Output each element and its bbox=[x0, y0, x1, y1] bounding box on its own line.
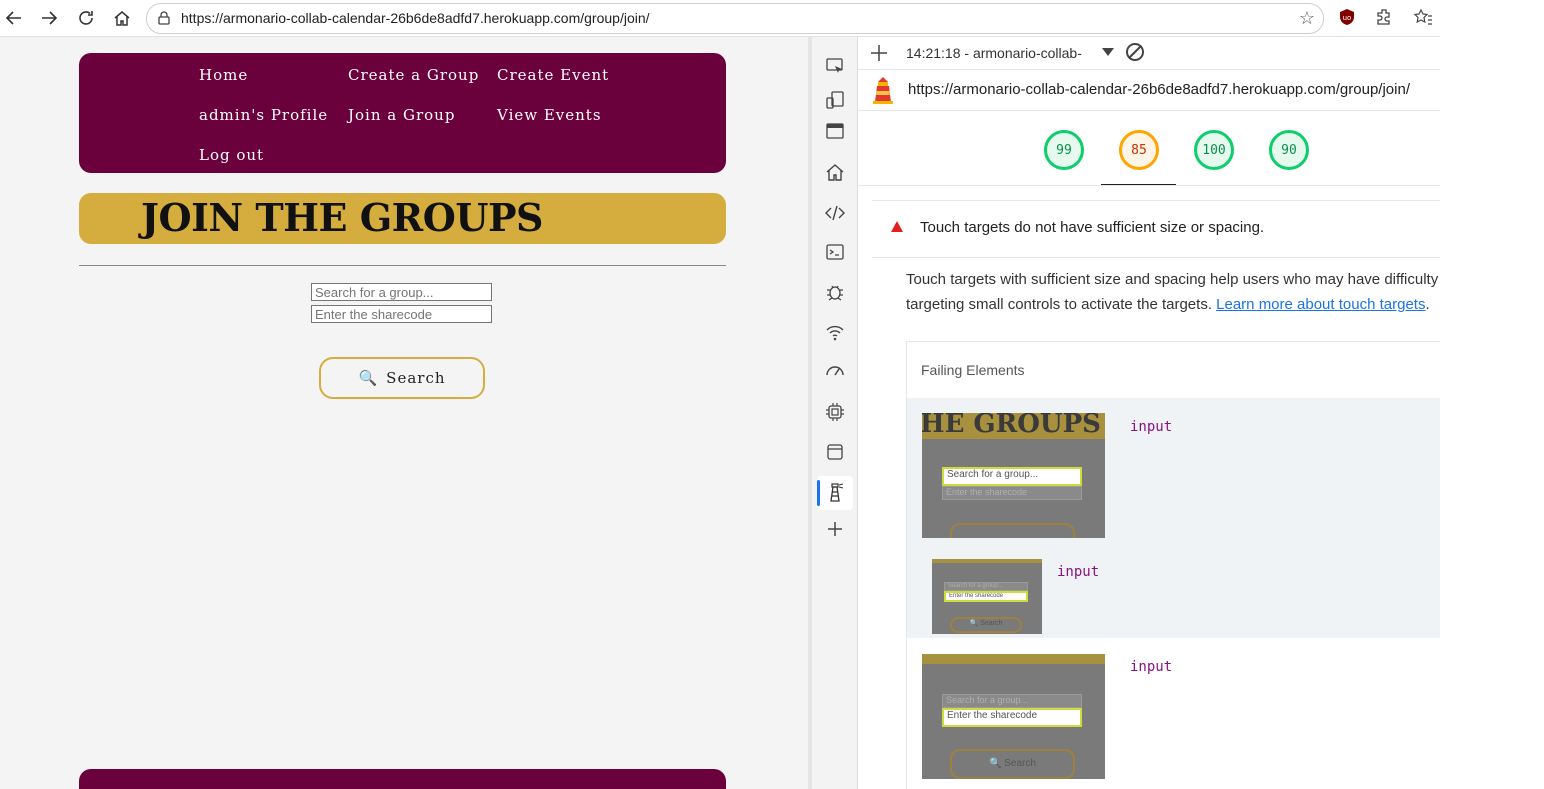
group-search-input[interactable] bbox=[311, 283, 492, 301]
report-url-row: https://armonario-collab-calendar-26b6de… bbox=[858, 70, 1440, 111]
extensions-icon[interactable] bbox=[1373, 6, 1395, 28]
application-icon[interactable] bbox=[823, 440, 847, 464]
score-gauge-performance[interactable]: 99 bbox=[1044, 130, 1084, 170]
failing-node-input[interactable]: input bbox=[1057, 564, 1099, 580]
lighthouse-icon[interactable] bbox=[823, 480, 847, 504]
elements-icon[interactable] bbox=[823, 201, 847, 225]
back-icon[interactable] bbox=[2, 6, 26, 30]
failing-elements-header: Failing Elements bbox=[921, 362, 1025, 378]
active-tool-indicator bbox=[817, 480, 820, 506]
console-icon[interactable] bbox=[823, 240, 847, 264]
audit-title[interactable]: Touch targets do not have sufficient siz… bbox=[920, 219, 1264, 236]
score-gauge-seo[interactable]: 90 bbox=[1269, 130, 1309, 170]
element-screenshot[interactable]: HE GROUPS Search for a group... Enter th… bbox=[922, 413, 1105, 538]
search-button-label: Search bbox=[386, 369, 446, 387]
audit-header[interactable]: Touch targets do not have sufficient siz… bbox=[872, 200, 1440, 258]
score-value: 100 bbox=[1202, 142, 1226, 158]
score-gauge-accessibility[interactable]: 85 bbox=[1119, 130, 1159, 170]
performance-icon[interactable] bbox=[823, 359, 847, 383]
divider bbox=[858, 185, 1440, 186]
score-gauge-best-practices[interactable]: 100 bbox=[1194, 130, 1234, 170]
nav-home-link[interactable]: Home bbox=[199, 66, 248, 84]
thumb-field: Enter the sharecode bbox=[942, 708, 1082, 727]
search-button[interactable]: 🔍 Search bbox=[319, 357, 485, 399]
report-dropdown-icon[interactable] bbox=[1102, 48, 1114, 56]
thumb-field: Search for a group... bbox=[942, 694, 1082, 708]
learn-more-link[interactable]: Learn more about touch targets bbox=[1216, 296, 1425, 313]
failing-node-input[interactable]: input bbox=[1130, 419, 1172, 435]
site-navbar: Home Create a Group Create Event admin's… bbox=[79, 53, 726, 173]
score-value: 90 bbox=[1281, 142, 1297, 158]
table-row: Search for a group... Enter the sharecod… bbox=[907, 638, 1440, 788]
thumb-button: 🔍 Search bbox=[950, 749, 1075, 779]
sources-debug-icon[interactable] bbox=[823, 280, 847, 304]
device-emulation-icon[interactable] bbox=[823, 88, 847, 112]
devtools-home-icon[interactable] bbox=[823, 160, 847, 184]
web-page: Home Create a Group Create Event admin's… bbox=[0, 37, 808, 789]
fail-triangle-icon bbox=[891, 221, 903, 232]
report-url[interactable]: https://armonario-collab-calendar-26b6de… bbox=[908, 81, 1410, 98]
lock-icon[interactable] bbox=[157, 11, 171, 25]
description-end: . bbox=[1425, 296, 1430, 313]
nav-join-group-link[interactable]: Join a Group bbox=[348, 106, 455, 124]
audit-description: Touch targets with sufficient size and s… bbox=[906, 267, 1440, 317]
lighthouse-toolbar: 14:21:18 - armonario-collab- bbox=[858, 37, 1440, 70]
address-bar[interactable]: https://armonario-collab-calendar-26b6de… bbox=[146, 3, 1324, 34]
score-value: 85 bbox=[1131, 142, 1147, 158]
memory-icon[interactable] bbox=[823, 400, 847, 424]
thumb-field: Enter the sharecode bbox=[944, 591, 1028, 602]
ublock-icon[interactable]: uo bbox=[1336, 6, 1358, 28]
element-screenshot[interactable]: Search for a group... Enter the sharecod… bbox=[932, 559, 1042, 634]
thumb-field: Search for a group... bbox=[944, 582, 1028, 591]
nav-create-event-link[interactable]: Create Event bbox=[497, 66, 609, 84]
report-selector[interactable]: 14:21:18 - armonario-collab- bbox=[906, 45, 1082, 61]
thumb-button: 🔍 Search bbox=[950, 617, 1022, 633]
favorites-icon[interactable] bbox=[1412, 6, 1434, 28]
table-row: HE GROUPS Search for a group... Enter th… bbox=[907, 398, 1440, 638]
score-value: 99 bbox=[1056, 142, 1072, 158]
thumb-button bbox=[950, 523, 1075, 538]
welcome-icon[interactable] bbox=[823, 119, 847, 143]
failing-elements-table: Failing Elements HE GROUPS Search for a … bbox=[906, 341, 1440, 789]
network-icon[interactable] bbox=[823, 320, 847, 344]
thumb-field: Search for a group... bbox=[942, 467, 1082, 486]
page-title: JOIN THE GROUPS bbox=[141, 195, 543, 240]
nav-create-group-link[interactable]: Create a Group bbox=[348, 66, 479, 84]
nav-view-events-link[interactable]: View Events bbox=[497, 106, 602, 124]
failing-node-input[interactable]: input bbox=[1130, 659, 1172, 675]
magnifier-icon: 🔍 bbox=[358, 369, 379, 387]
thumb-title: HE GROUPS bbox=[922, 413, 1101, 439]
lighthouse-logo-icon bbox=[873, 77, 893, 104]
lighthouse-panel: 14:21:18 - armonario-collab- https://arm… bbox=[858, 37, 1440, 789]
nav-profile-link[interactable]: admin's Profile bbox=[199, 106, 328, 124]
clear-reports-icon[interactable] bbox=[1126, 43, 1144, 61]
element-screenshot[interactable]: Search for a group... Enter the sharecod… bbox=[922, 654, 1105, 779]
reload-icon[interactable] bbox=[74, 6, 98, 30]
inspect-icon[interactable] bbox=[823, 54, 847, 78]
site-footer bbox=[79, 769, 726, 789]
more-tools-plus-icon[interactable] bbox=[823, 517, 847, 541]
page-title-banner: JOIN THE GROUPS bbox=[79, 193, 726, 244]
new-report-icon[interactable] bbox=[870, 44, 888, 62]
home-icon[interactable] bbox=[110, 6, 134, 30]
devtools-activity-bar bbox=[812, 37, 858, 789]
forward-icon[interactable] bbox=[37, 6, 61, 30]
url-text[interactable]: https://armonario-collab-calendar-26b6de… bbox=[181, 10, 650, 26]
nav-logout-link[interactable]: Log out bbox=[199, 146, 264, 164]
browser-toolbar: https://armonario-collab-calendar-26b6de… bbox=[0, 0, 1440, 37]
thumb-field: Enter the sharecode bbox=[942, 486, 1082, 500]
svg-text:uo: uo bbox=[1343, 14, 1352, 22]
sharecode-input[interactable] bbox=[311, 305, 492, 323]
star-icon[interactable]: ☆ bbox=[1299, 8, 1315, 29]
divider bbox=[79, 265, 726, 266]
